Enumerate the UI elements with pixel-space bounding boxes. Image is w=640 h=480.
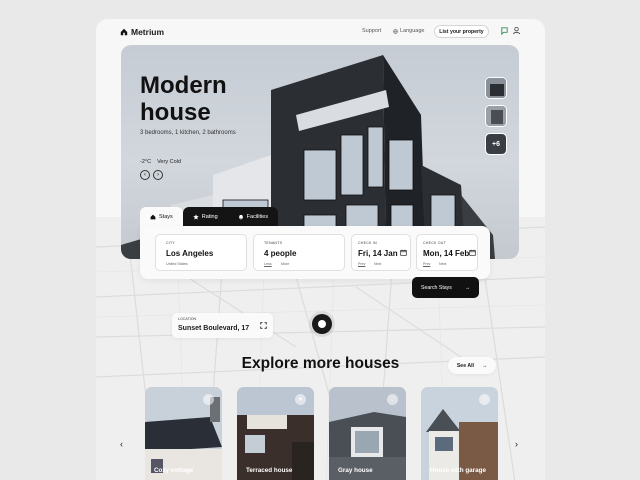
city-value: Los Angeles bbox=[166, 249, 214, 258]
map-pin-icon[interactable] bbox=[312, 314, 332, 334]
language-label: Language bbox=[400, 28, 425, 34]
hero-title-line2: house bbox=[140, 99, 211, 126]
check-out-value: Mon, 14 Feb bbox=[423, 249, 470, 258]
chat-icon[interactable] bbox=[500, 26, 509, 35]
bell-icon bbox=[238, 214, 243, 219]
arrow-right-icon: → bbox=[464, 284, 470, 291]
tenants-value: 4 people bbox=[264, 249, 297, 258]
thumb-image-2 bbox=[486, 106, 506, 126]
gallery-more-button[interactable]: +6 bbox=[485, 133, 507, 155]
check-in-label: CHECK IN bbox=[358, 241, 377, 245]
location-value: Sunset Boulevard, 17 bbox=[178, 325, 250, 332]
calendar-icon[interactable] bbox=[469, 249, 476, 256]
city-country: United States bbox=[166, 262, 188, 266]
favorite-heart-icon[interactable]: ♥ bbox=[295, 394, 306, 405]
see-all-label: See All bbox=[456, 362, 474, 369]
language-selector[interactable]: Language bbox=[393, 28, 424, 34]
star-icon bbox=[193, 213, 199, 220]
globe-icon bbox=[393, 28, 398, 34]
hero-subtitle: 3 bedrooms, 1 kitchen, 2 bathrooms bbox=[140, 130, 236, 136]
check-out-prev-button[interactable]: Prev bbox=[423, 262, 430, 266]
hero-arrows: ‹ › bbox=[140, 170, 163, 180]
prev-arrow-icon[interactable]: ‹ bbox=[140, 170, 150, 180]
search-tabs: Stays Rating Facilities bbox=[140, 207, 279, 226]
arrow-right-icon: → bbox=[481, 362, 488, 369]
main-card: Metrium Support Language List your prope… bbox=[96, 19, 545, 480]
favorite-heart-icon[interactable]: ♡ bbox=[203, 394, 214, 405]
tenants-field[interactable]: TENANTS 4 people Less More bbox=[253, 234, 345, 271]
brand-logo[interactable]: Metrium bbox=[120, 27, 164, 37]
user-icon[interactable] bbox=[512, 26, 521, 35]
house-name: Terraced house bbox=[246, 467, 293, 474]
house-card-house-with-garage[interactable]: ♡ House with garage bbox=[421, 387, 498, 480]
check-in-prev-button[interactable]: Prev bbox=[358, 262, 365, 266]
gallery-thumb-1[interactable] bbox=[485, 77, 507, 99]
check-in-next-button[interactable]: Next bbox=[374, 262, 381, 266]
temperature: -2°C bbox=[140, 159, 152, 165]
search-panel: CITY Los Angeles United States TENANTS 4… bbox=[140, 226, 490, 279]
top-nav: Metrium Support Language List your prope… bbox=[96, 19, 545, 45]
tenants-less-button[interactable]: Less bbox=[264, 262, 272, 266]
city-field[interactable]: CITY Los Angeles United States bbox=[155, 234, 247, 271]
hero-title-line1: Modern bbox=[140, 72, 227, 99]
house-name: Cozy cottage bbox=[154, 467, 194, 474]
support-link[interactable]: Support bbox=[362, 28, 381, 34]
carousel-prev-icon[interactable]: ‹ bbox=[120, 439, 123, 449]
check-out-label: CHECK OUT bbox=[423, 241, 446, 245]
house-card-cozy-cottage[interactable]: ♡ Cozy cottage bbox=[145, 387, 222, 480]
house-card-gray-house[interactable]: ♡ Gray house bbox=[329, 387, 406, 480]
carousel-next-icon[interactable]: › bbox=[515, 439, 518, 449]
search-stays-button[interactable]: Search Stays → bbox=[412, 277, 479, 298]
house-card-terraced-house[interactable]: ♥ Terraced house bbox=[237, 387, 314, 480]
house-name: Gray house bbox=[338, 467, 373, 474]
check-in-field[interactable]: CHECK IN Fri, 14 Jan Prev Next bbox=[351, 234, 411, 271]
location-label: LOCATION bbox=[178, 317, 197, 321]
brand-name: Metrium bbox=[131, 27, 165, 37]
see-all-button[interactable]: See All → bbox=[448, 357, 496, 374]
favorite-heart-icon[interactable]: ♡ bbox=[387, 394, 398, 405]
next-arrow-icon[interactable]: › bbox=[153, 170, 163, 180]
check-out-next-button[interactable]: Next bbox=[439, 262, 446, 266]
tab-rating-label: Rating bbox=[201, 213, 218, 220]
city-label: CITY bbox=[166, 241, 175, 245]
search-stays-label: Search Stays bbox=[421, 284, 452, 291]
tenants-more-button[interactable]: More bbox=[281, 262, 289, 266]
weather-info: -2°C Very Cold bbox=[140, 159, 181, 165]
home-icon bbox=[120, 28, 128, 36]
tab-facilities[interactable]: Facilities bbox=[227, 207, 279, 226]
tenants-label: TENANTS bbox=[264, 241, 283, 245]
weather-label: Very Cold bbox=[157, 159, 181, 165]
calendar-icon[interactable] bbox=[400, 249, 407, 256]
favorite-heart-icon[interactable]: ♡ bbox=[479, 394, 490, 405]
check-in-value: Fri, 14 Jan bbox=[358, 249, 398, 258]
thumb-image-1 bbox=[486, 78, 506, 98]
expand-icon[interactable] bbox=[260, 322, 267, 329]
list-property-button[interactable]: List your property bbox=[434, 25, 489, 38]
hero-title: Modern house bbox=[140, 72, 227, 126]
home-icon bbox=[150, 214, 156, 219]
house-name: House with garage bbox=[430, 467, 486, 474]
tab-stays-label: Stays bbox=[159, 213, 173, 220]
check-out-field[interactable]: CHECK OUT Mon, 14 Feb Prev Next bbox=[416, 234, 478, 271]
tab-stays[interactable]: Stays bbox=[140, 207, 183, 226]
tab-rating[interactable]: Rating bbox=[182, 207, 228, 226]
tab-facilities-label: Facilities bbox=[246, 213, 269, 220]
location-card[interactable]: LOCATION Sunset Boulevard, 17 bbox=[172, 313, 273, 338]
gallery-thumb-2[interactable] bbox=[485, 105, 507, 127]
